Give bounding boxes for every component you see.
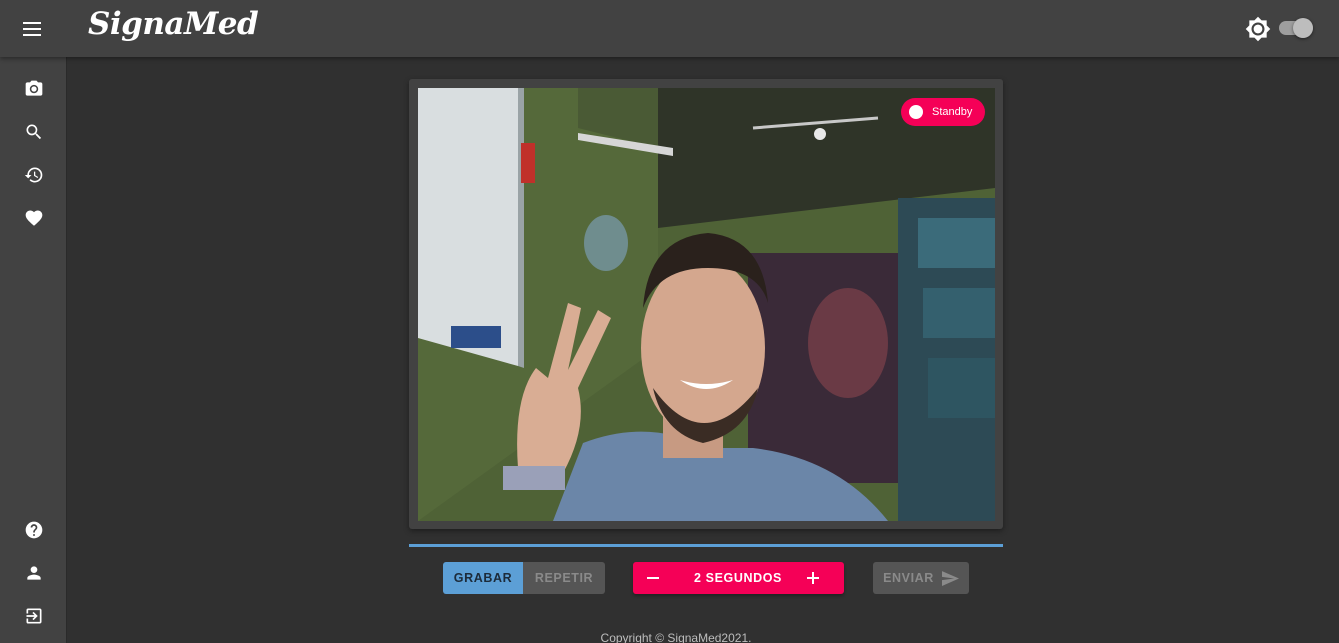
brightness-icon xyxy=(1245,16,1271,42)
app-bar: SignaMed xyxy=(0,0,1339,57)
history-icon[interactable] xyxy=(18,159,50,191)
status-dot-icon xyxy=(909,105,923,119)
heart-icon[interactable] xyxy=(18,202,50,234)
duration-label: 2 SEGUNDOS xyxy=(694,571,782,585)
recording-progress-bar xyxy=(409,544,1003,547)
send-label: ENVIAR xyxy=(883,571,934,585)
record-button[interactable]: GRABAR xyxy=(443,562,523,594)
camera-icon[interactable] xyxy=(18,73,50,105)
duration-counter: 2 SEGUNDOS xyxy=(633,562,844,594)
logout-icon[interactable] xyxy=(18,600,50,632)
copyright-text: Copyright © SignaMed2021. xyxy=(600,631,752,643)
standby-status-chip[interactable]: Standby xyxy=(901,98,985,126)
help-icon[interactable] xyxy=(18,514,50,546)
standby-label: Standby xyxy=(932,106,973,118)
app-logo[interactable]: SignaMed xyxy=(88,6,259,42)
theme-toggle[interactable] xyxy=(1279,18,1313,38)
decrease-duration-button[interactable] xyxy=(633,562,673,594)
minus-icon xyxy=(647,577,659,579)
send-icon xyxy=(941,570,959,586)
toggle-thumb xyxy=(1293,18,1313,38)
account-icon[interactable] xyxy=(18,557,50,589)
sidebar xyxy=(0,57,67,643)
webcam-preview xyxy=(418,88,995,521)
repeat-button[interactable]: REPETIR xyxy=(523,562,605,594)
menu-icon[interactable] xyxy=(14,11,50,47)
send-button[interactable]: ENVIAR xyxy=(873,562,969,594)
search-icon[interactable] xyxy=(18,116,50,148)
plus-icon xyxy=(807,572,819,584)
video-card xyxy=(409,79,1003,529)
footer: Copyright © SignaMed2021. xyxy=(0,631,1339,643)
increase-duration-button[interactable] xyxy=(793,562,833,594)
